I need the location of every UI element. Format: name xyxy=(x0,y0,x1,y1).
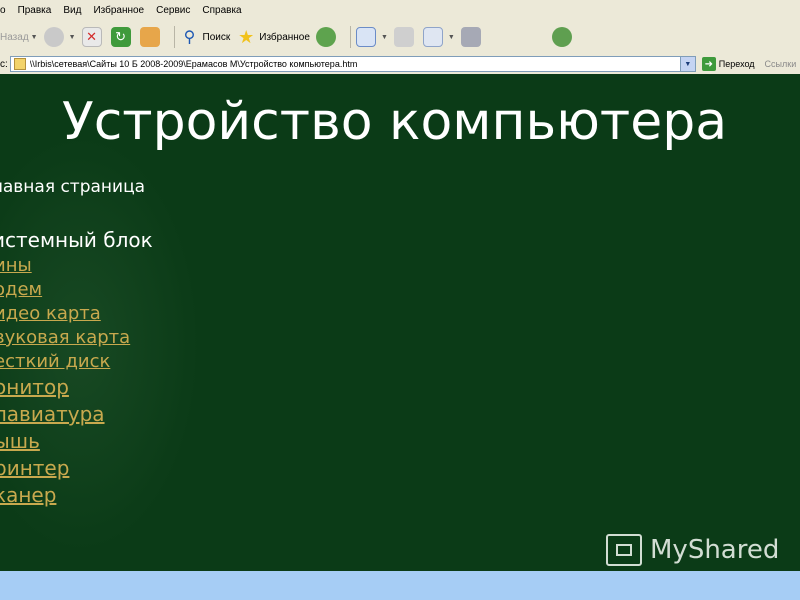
menu-edit[interactable]: Правка xyxy=(12,5,58,16)
bottom-strip xyxy=(0,571,800,600)
presentation-icon xyxy=(606,534,642,566)
menu-bar: о Правка Вид Избранное Сервис Справка xyxy=(0,0,800,20)
search-label: Поиск xyxy=(202,31,231,43)
word-icon xyxy=(422,27,443,47)
messenger-button[interactable] xyxy=(551,27,575,47)
chevron-down-icon: ▼ xyxy=(380,33,388,41)
history-icon xyxy=(315,27,336,47)
link-buses[interactable]: ины xyxy=(0,255,32,276)
refresh-button[interactable]: ↻ xyxy=(110,27,134,47)
research-icon xyxy=(460,27,481,47)
history-button[interactable] xyxy=(315,27,339,47)
research-button[interactable] xyxy=(460,27,484,47)
home-button[interactable] xyxy=(139,27,163,47)
link-video-card[interactable]: идео карта xyxy=(0,303,101,324)
home-link[interactable]: лавная страница xyxy=(0,177,145,197)
toolbar: Назад ▼ ▼ ✕ ↻ ⚲ Поиск ★ Избранное ▼ ▼ xyxy=(0,20,800,54)
chevron-down-icon[interactable]: ▼ xyxy=(679,57,695,71)
forward-icon xyxy=(43,27,64,47)
printer-icon xyxy=(393,27,414,47)
star-icon: ★ xyxy=(238,26,255,47)
watermark-text: MyShared xyxy=(650,535,780,565)
search-icon: ⚲ xyxy=(183,29,196,46)
go-button[interactable]: ➜ Переход xyxy=(701,57,755,71)
mail-button[interactable]: ▼ xyxy=(355,27,388,47)
chevron-down-icon: ▼ xyxy=(30,33,38,41)
edit-button[interactable]: ▼ xyxy=(422,27,455,47)
address-bar: с: \\Irbis\сетевая\Сайты 10 Б 2008-2009\… xyxy=(0,54,800,75)
menu-view[interactable]: Вид xyxy=(57,5,87,16)
toolbar-divider xyxy=(349,26,351,48)
address-label: с: xyxy=(0,58,8,70)
address-url: \\Irbis\сетевая\Сайты 10 Б 2008-2009\Ера… xyxy=(29,59,358,69)
page-icon xyxy=(13,58,26,70)
menu-tools[interactable]: Сервис xyxy=(150,5,196,16)
link-printer[interactable]: ринтер xyxy=(0,456,69,480)
favorites-label: Избранное xyxy=(259,31,310,43)
page-content: Устройство компьютера лавная страница ис… xyxy=(0,74,800,571)
toolbar-divider xyxy=(173,26,175,48)
link-scanner[interactable]: канер xyxy=(0,483,56,507)
links-label[interactable]: Ссылки xyxy=(765,59,797,69)
link-keyboard[interactable]: лавиатура xyxy=(0,402,105,426)
menu-favorites[interactable]: Избранное xyxy=(87,5,150,16)
back-button[interactable]: Назад ▼ xyxy=(0,32,38,43)
mail-icon xyxy=(355,27,376,47)
page-title: Устройство компьютера xyxy=(62,92,728,152)
go-label: Переход xyxy=(718,59,755,69)
link-hard-disk[interactable]: есткий диск xyxy=(0,351,110,372)
go-arrow-icon: ➜ xyxy=(701,57,716,71)
menu-file[interactable]: о xyxy=(0,5,12,16)
print-button[interactable] xyxy=(393,27,417,47)
link-sound-card[interactable]: вуковая карта xyxy=(0,327,130,348)
refresh-icon: ↻ xyxy=(110,27,131,47)
link-mouse[interactable]: ышь xyxy=(0,429,40,453)
link-monitor[interactable]: онитор xyxy=(0,375,69,399)
stop-icon: ✕ xyxy=(81,27,102,47)
chevron-down-icon: ▼ xyxy=(68,33,76,41)
section-heading: истемный блок xyxy=(0,228,153,252)
messenger-icon xyxy=(551,27,572,47)
home-icon xyxy=(139,27,160,47)
link-modem[interactable]: одем xyxy=(0,279,42,300)
chevron-down-icon: ▼ xyxy=(447,33,455,41)
stop-button[interactable]: ✕ xyxy=(81,27,105,47)
search-button[interactable]: ⚲ Поиск xyxy=(180,27,231,47)
forward-button[interactable]: ▼ xyxy=(43,27,76,47)
address-input[interactable]: \\Irbis\сетевая\Сайты 10 Б 2008-2009\Ера… xyxy=(9,56,696,72)
back-label: Назад xyxy=(0,31,29,43)
favorites-button[interactable]: ★ Избранное xyxy=(236,27,310,47)
watermark-logo: MyShared xyxy=(606,534,779,566)
menu-help[interactable]: Справка xyxy=(196,5,247,16)
